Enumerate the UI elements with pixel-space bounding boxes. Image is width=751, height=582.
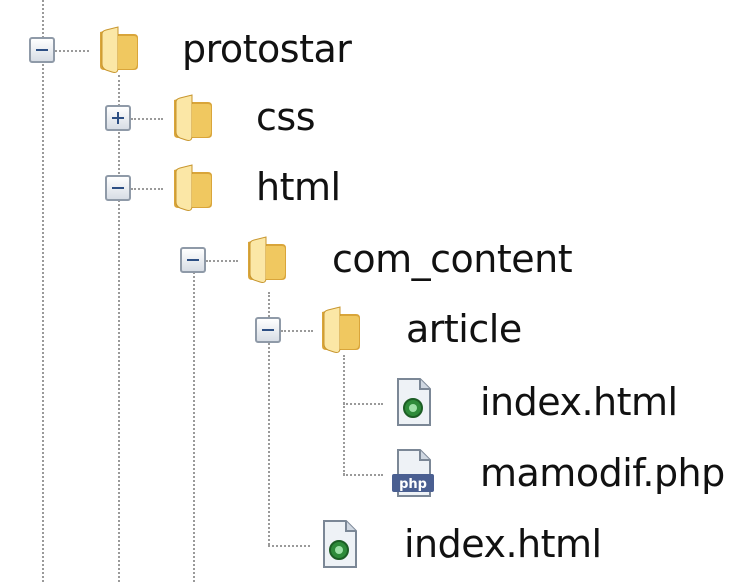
php-file-icon: php [392,449,434,497]
tree-node-label: html [256,165,341,209]
file-tree: protostar css html com_content article i… [0,0,751,582]
collapse-toggle[interactable] [29,37,55,63]
tree-node-label: article [406,307,522,351]
tree-node-index-html[interactable]: index.html [0,515,660,575]
tree-node-css[interactable]: css [0,88,420,148]
tree-node-label: css [256,95,316,139]
tree-node-com-content[interactable]: com_content [0,230,640,290]
tree-node-label: index.html [480,380,678,424]
tree-node-label: com_content [332,237,573,281]
tree-node-label: index.html [404,522,602,566]
collapse-toggle[interactable] [105,175,131,201]
folder-icon [174,94,212,141]
tree-node-protostar[interactable]: protostar [0,20,420,80]
html-file-icon [323,520,357,568]
tree-node-html[interactable]: html [0,158,420,218]
html-file-icon [397,378,431,426]
tree-node-label: mamodif.php [480,451,725,495]
tree-node-label: protostar [182,27,352,71]
expand-toggle[interactable] [105,105,131,131]
collapse-toggle[interactable] [180,247,206,273]
collapse-toggle[interactable] [255,317,281,343]
folder-icon [100,26,138,73]
folder-icon [174,164,212,211]
tree-node-article[interactable]: article [0,300,640,360]
folder-icon [248,236,286,283]
tree-node-index-html[interactable]: index.html [0,373,720,433]
tree-node-mamodif-php[interactable]: php mamodif.php [0,444,740,504]
folder-icon [322,306,360,353]
svg-text:php: php [399,477,427,492]
